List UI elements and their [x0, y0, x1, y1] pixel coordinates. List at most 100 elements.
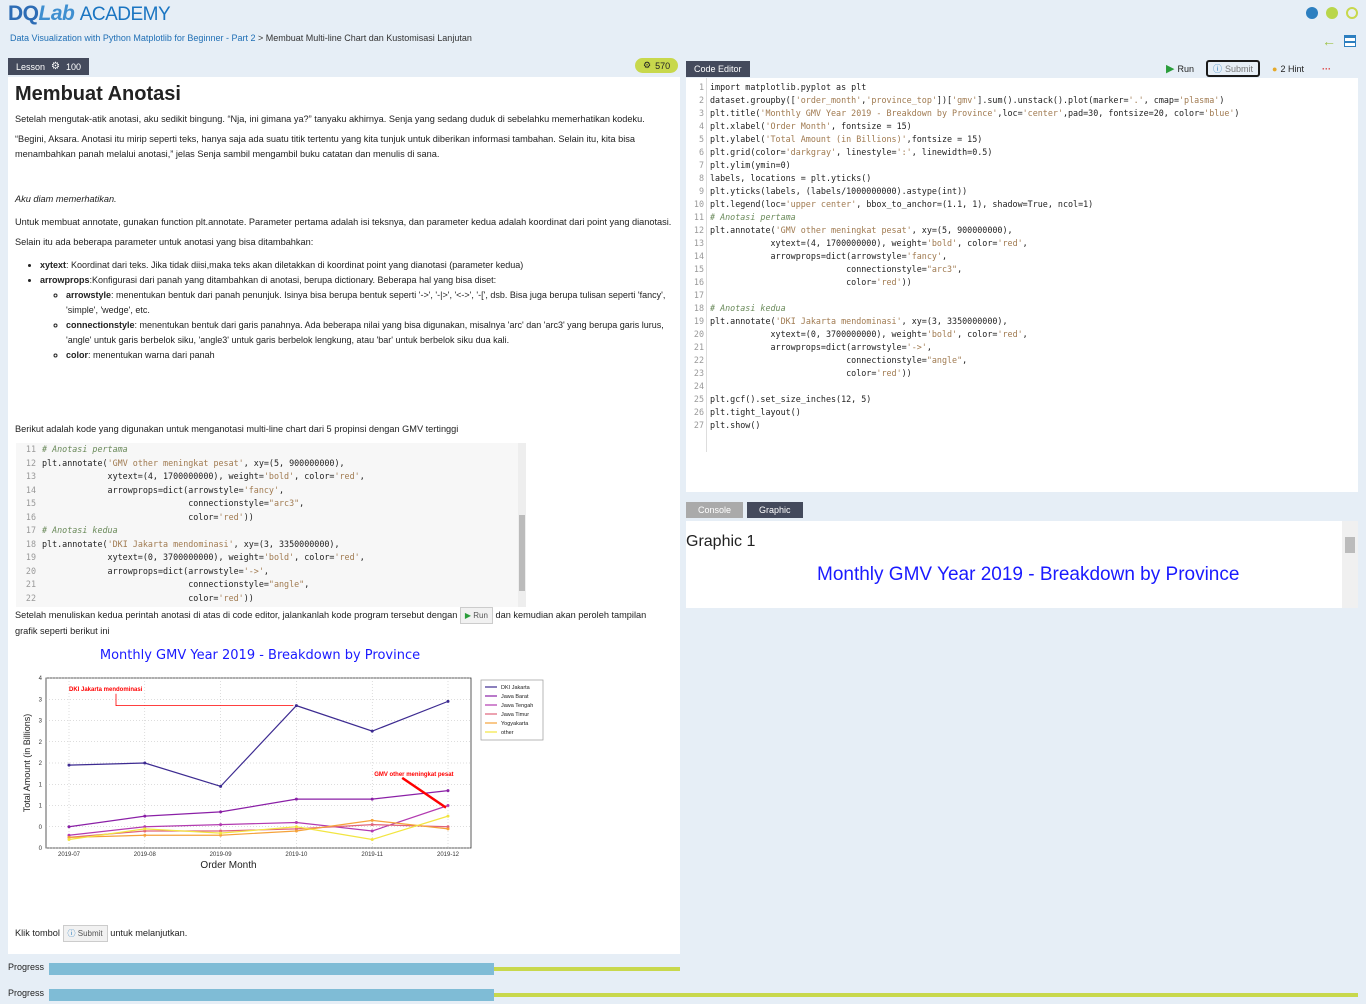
data-point [219, 810, 223, 814]
submit-inline-button: ⓘ Submit [62, 925, 108, 942]
code-line: 18 # Anotasi kedua [693, 303, 786, 313]
data-point [219, 823, 223, 827]
code-line: 8 labels, locations = plt.yticks() [698, 173, 872, 183]
user-icon[interactable] [1306, 7, 1318, 19]
graphic-scrollbar[interactable] [1342, 521, 1358, 608]
paragraph: Setelah menuliskan kedua perintah anotas… [15, 607, 655, 639]
y-tick-label: 2 [39, 761, 43, 767]
code-line: 18 plt.annotate('DKI Jakarta mendominasi'… [25, 538, 340, 549]
list-item: arrowprops:Konfigurasi dari panah yang d… [40, 273, 673, 363]
progress-row: Progress [0, 988, 1366, 1001]
breadcrumb-course-link[interactable]: Data Visualization with Python Matplotli… [10, 33, 255, 43]
more-menu-button[interactable]: ··· [1316, 63, 1337, 75]
x-tick-label: 2019-08 [134, 852, 157, 858]
code-line: 24 [693, 381, 704, 391]
data-point [446, 804, 450, 807]
legend-label: other [501, 730, 514, 736]
code-line: 19 xytext=(0, 3700000000), weight='bold'… [25, 552, 365, 562]
chart-title: Monthly GMV Year 2019 - Breakdown by Pro… [100, 648, 420, 663]
annotated-line-chart: Monthly GMV Year 2019 - Breakdown by Pro… [22, 648, 544, 871]
code-line: 15 connectionstyle="arc3", [25, 498, 305, 508]
param-list: xytext: Koordinat dari teks. Jika tidak … [40, 258, 673, 363]
back-arrow-icon[interactable]: ← [1322, 33, 1336, 49]
graphic-chart-title: Monthly GMV Year 2019 - Breakdown by Pro… [817, 564, 1240, 585]
bulb-icon: ● [1272, 63, 1278, 74]
data-point [446, 827, 450, 831]
code-line: 13 xytext=(4, 1700000000), weight='bold'… [25, 471, 365, 481]
data-point [143, 833, 147, 837]
code-line: 16 color='red')) [25, 511, 254, 522]
x-tick-label: 2019-10 [285, 852, 308, 858]
paragraph: “Begini, Aksara. Anotasi itu mirip seper… [15, 134, 635, 159]
data-point [67, 838, 71, 841]
data-point [446, 814, 450, 818]
legend-label: DKI Jakarta [501, 685, 531, 691]
list-item: xytext: Koordinat dari teks. Jika tidak … [40, 258, 673, 273]
data-point [446, 789, 450, 793]
code-line: 19 plt.annotate('DKI Jakarta mendominasi'… [693, 316, 1008, 326]
code-line: 13 xytext=(4, 1700000000), weight='bold'… [693, 238, 1028, 248]
code-line: 7 plt.ylim(ymin=0) [698, 160, 791, 170]
page-title: Membuat Anotasi [15, 83, 181, 105]
run-button[interactable]: ▶ Run [1160, 61, 1200, 76]
nav-icons: ← [1322, 33, 1356, 49]
code-editor-tab[interactable]: Code Editor [686, 61, 750, 77]
code-line: 27 plt.show() [693, 420, 761, 430]
y-tick-label: 1 [39, 782, 43, 788]
y-tick-label: 3 [39, 719, 43, 725]
power-icon[interactable] [1346, 7, 1358, 19]
breadcrumb-current: Membuat Multi-line Chart dan Kustomisasi… [265, 33, 472, 43]
list-item: arrowstyle: menentukan bentuk dari panah… [66, 288, 673, 318]
code-line: 14 arrowprops=dict(arrowstyle='fancy', [693, 251, 947, 261]
top-bar: DQLab ACADEMY Data Visualization with Py… [0, 0, 1366, 56]
paragraph: Selain itu ada beberapa parameter untuk … [15, 237, 314, 247]
tab-graphic[interactable]: Graphic [747, 502, 803, 518]
breadcrumb: Data Visualization with Python Matplotli… [10, 33, 472, 43]
list-icon[interactable] [1344, 35, 1356, 47]
data-point [294, 821, 298, 824]
progress-bar [49, 963, 494, 975]
progress-track [494, 967, 680, 971]
code-line: 22 connectionstyle="angle", [693, 355, 968, 365]
code-line: 25 plt.gcf().set_size_inches(12, 5) [693, 394, 872, 404]
legend-label: Jawa Tengah [501, 703, 533, 709]
code-line: 1 import matplotlib.pyplot as plt [698, 82, 867, 92]
data-point [370, 829, 374, 833]
progress-row: Progress [0, 962, 680, 975]
paragraph: Berikut adalah kode yang digunakan untuk… [15, 424, 459, 434]
data-point [294, 704, 298, 708]
data-point [67, 763, 71, 767]
list-item: color: menentukan warna dari panah [66, 348, 673, 363]
code-line: 15 connectionstyle="arc3", [693, 264, 963, 274]
paragraph: Untuk membuat annotate, gunakan function… [15, 217, 672, 227]
submit-button[interactable]: ⓘ Submit [1205, 60, 1261, 77]
lesson-tab[interactable]: Lesson ⚙ 100 [8, 58, 90, 75]
code-line: 5 plt.ylabel('Total Amount (in Billions)'… [698, 134, 983, 144]
x-tick-label: 2019-07 [58, 852, 81, 858]
y-tick-label: 2 [39, 740, 43, 746]
x-tick-label: 2019-09 [210, 852, 233, 858]
code-line: 20 arrowprops=dict(arrowstyle='->', [25, 565, 269, 576]
dqlab-logo[interactable]: DQLab ACADEMY [8, 2, 171, 26]
data-point [219, 784, 223, 788]
y-tick-label: 1 [39, 804, 43, 810]
code-line: 12 plt.annotate('GMV other meningkat pesa… [25, 457, 345, 468]
code-line: 17 # Anotasi kedua [25, 525, 118, 535]
output-tabs: Console Graphic [686, 502, 803, 518]
list-item: connectionstyle: menentukan bentuk dari … [66, 318, 673, 348]
progress-track [494, 993, 1358, 997]
code-line: 14 arrowprops=dict(arrowstyle='fancy', [25, 484, 285, 495]
legend-label: Yogyakarta [501, 721, 529, 727]
help-icon[interactable] [1326, 7, 1338, 19]
y-tick-label: 3 [39, 697, 43, 703]
tab-console[interactable]: Console [686, 502, 744, 518]
info-icon: ⓘ [1212, 64, 1222, 74]
code-line: 16 color='red')) [693, 277, 912, 287]
code-line: 17 [693, 290, 704, 300]
y-tick-label: 0 [39, 846, 43, 852]
data-point [294, 825, 298, 829]
code-editor[interactable]: 1 import matplotlib.pyplot as plt 2 dataset… [686, 78, 1358, 492]
snippet-scrollbar[interactable] [518, 443, 526, 607]
code-snippet[interactable]: 11 # Anotasi pertama 12 plt.annotate('GMV o… [16, 443, 526, 607]
hint-button[interactable]: ● 2 Hint [1266, 63, 1310, 75]
